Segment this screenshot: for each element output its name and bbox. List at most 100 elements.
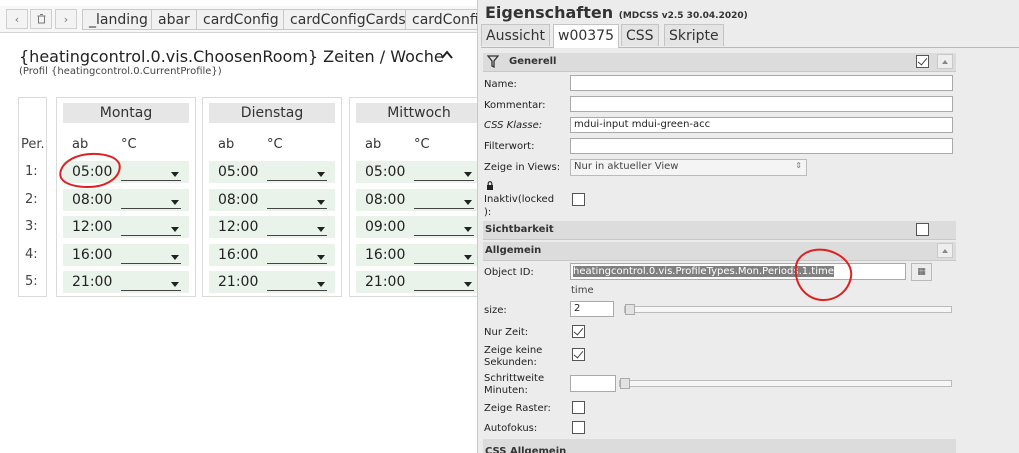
autofokus-checkbox[interactable] xyxy=(572,421,585,434)
time-input[interactable]: 09:00 xyxy=(365,219,405,235)
zeige-keine-sekunden-checkbox[interactable] xyxy=(572,348,585,361)
chevron-up-icon[interactable] xyxy=(937,243,953,258)
time-input[interactable]: 21:00 xyxy=(365,274,405,290)
tab-widget[interactable]: w00375 xyxy=(553,24,619,48)
object-id-hint: time xyxy=(571,285,594,296)
zeige-in-views-select[interactable]: Nur in aktueller View ⇕ xyxy=(570,159,807,176)
object-id-browse-button[interactable]: ▦ xyxy=(911,263,932,281)
time-input[interactable]: 16:00 xyxy=(365,247,405,263)
temp-select[interactable] xyxy=(414,192,474,209)
time-input[interactable]: 05:00 xyxy=(218,164,258,180)
tab-css[interactable]: CSS xyxy=(621,24,659,46)
chevron-up-icon[interactable] xyxy=(937,54,953,69)
col-temp-label: °C xyxy=(121,137,137,152)
temp-select[interactable] xyxy=(414,274,474,291)
time-input[interactable]: 21:00 xyxy=(72,274,112,290)
temp-select[interactable] xyxy=(121,164,181,181)
time-input[interactable]: 08:00 xyxy=(72,192,112,208)
day-title: Montag xyxy=(63,103,189,123)
dropdown-arrow-icon xyxy=(464,200,472,205)
time-input[interactable]: 08:00 xyxy=(218,192,258,208)
period-row: 12:00 xyxy=(209,216,335,238)
temp-select[interactable] xyxy=(267,247,327,264)
view-tab-cardconfig-2[interactable]: cardConfig xyxy=(405,9,477,30)
name-input[interactable] xyxy=(570,75,953,91)
temp-select[interactable] xyxy=(414,164,474,181)
section-allgemein[interactable]: Allgemein xyxy=(483,242,956,261)
day-title: Mittwoch xyxy=(356,103,477,123)
section-css-allgemein[interactable]: CSS Allgemein xyxy=(483,439,956,453)
section-title: CSS Allgemein xyxy=(485,446,567,453)
day-card-dienstag: Dienstag ab °C 05:00 08:00 12:00 16:00 2… xyxy=(202,97,342,297)
col-temp-label: °C xyxy=(267,137,283,152)
view-tab-bar: ‹ › _landing abar cardConfig cardConfigC… xyxy=(0,6,477,33)
sichtbarkeit-checkbox[interactable] xyxy=(916,223,929,236)
card-title: {heatingcontrol.0.vis.ChoosenRoom} Zeite… xyxy=(19,47,444,66)
css-klasse-input[interactable]: mdui-input mdui-green-acc xyxy=(570,117,953,133)
day-title: Dienstag xyxy=(209,103,335,123)
temp-select[interactable] xyxy=(267,219,327,236)
temp-select[interactable] xyxy=(121,247,181,264)
label-size: size: xyxy=(484,305,507,316)
time-input[interactable]: 16:00 xyxy=(72,247,112,263)
view-tab-abar[interactable]: abar xyxy=(151,9,197,30)
generell-toggle-checkbox[interactable] xyxy=(916,55,929,68)
filter-icon[interactable] xyxy=(487,55,499,68)
period-row: 05:00 xyxy=(356,161,477,183)
label-kommentar: Kommentar: xyxy=(484,100,546,111)
period-row: 05:00 xyxy=(209,161,335,183)
dropdown-arrow-icon xyxy=(171,172,179,177)
vis-canvas: ‹ › _landing abar cardConfig cardConfigC… xyxy=(0,0,477,453)
temp-select[interactable] xyxy=(121,192,181,209)
filterwort-input[interactable] xyxy=(570,138,953,154)
tab-skripte[interactable]: Skripte xyxy=(664,24,724,46)
label-object-id: Object ID: xyxy=(484,267,534,278)
temp-select[interactable] xyxy=(267,192,327,209)
time-input[interactable]: 21:00 xyxy=(218,274,258,290)
view-tab-landing[interactable]: _landing xyxy=(82,9,155,30)
lock-icon xyxy=(487,181,493,190)
section-title: Allgemein xyxy=(485,245,542,256)
section-title: Sichtbarkeit xyxy=(485,224,554,235)
scroll-right-icon[interactable]: › xyxy=(55,9,77,29)
temp-select[interactable] xyxy=(267,164,327,181)
dropdown-arrow-icon xyxy=(317,255,325,260)
scroll-left-icon[interactable]: ‹ xyxy=(6,9,28,29)
schrittweite-slider-handle[interactable] xyxy=(620,378,630,389)
time-input[interactable]: 12:00 xyxy=(72,219,112,235)
time-input[interactable]: 12:00 xyxy=(218,219,258,235)
object-id-input[interactable]: heatingcontrol.0.vis.ProfileTypes.Mon.Pe… xyxy=(570,263,906,280)
size-slider-handle[interactable] xyxy=(625,304,635,315)
temp-select[interactable] xyxy=(414,219,474,236)
temp-select[interactable] xyxy=(414,247,474,264)
time-input[interactable]: 08:00 xyxy=(365,192,405,208)
temp-select[interactable] xyxy=(121,219,181,236)
panel-tabs: Aussicht w00375 CSS Skripte xyxy=(481,24,1019,48)
inaktiv-checkbox[interactable] xyxy=(572,193,585,206)
section-sichtbarkeit[interactable]: Sichtbarkeit xyxy=(483,221,956,240)
label-sekunden: Sekunden: xyxy=(484,357,537,368)
temp-select[interactable] xyxy=(121,274,181,291)
card-subtitle: (Profil {heatingcontrol.0.CurrentProfile… xyxy=(19,66,222,77)
nur-zeit-checkbox[interactable] xyxy=(572,325,585,338)
tab-aussicht[interactable]: Aussicht xyxy=(481,24,550,46)
size-input[interactable]: 2 xyxy=(570,301,614,317)
section-generell[interactable]: Generell xyxy=(483,53,956,72)
dropdown-arrow-icon xyxy=(317,172,325,177)
period-header: Per. xyxy=(21,137,45,152)
time-input[interactable]: 05:00 xyxy=(365,164,405,180)
schrittweite-slider[interactable] xyxy=(619,380,952,387)
label-filterwort: Filterwort: xyxy=(484,141,535,152)
time-input[interactable]: 16:00 xyxy=(218,247,258,263)
temp-select[interactable] xyxy=(267,274,327,291)
dropdown-arrow-icon xyxy=(464,282,472,287)
period-row: 08:00 xyxy=(209,189,335,211)
trash-icon[interactable] xyxy=(30,9,52,29)
size-slider[interactable] xyxy=(624,306,952,313)
kommentar-input[interactable] xyxy=(570,96,953,112)
view-tab-cardconfigcards[interactable]: cardConfigCards xyxy=(283,9,413,30)
schrittweite-input[interactable] xyxy=(570,375,616,392)
chevron-up-icon[interactable] xyxy=(440,48,454,62)
view-tab-cardconfig[interactable]: cardConfig xyxy=(196,9,286,30)
zeige-raster-checkbox[interactable] xyxy=(572,401,585,414)
